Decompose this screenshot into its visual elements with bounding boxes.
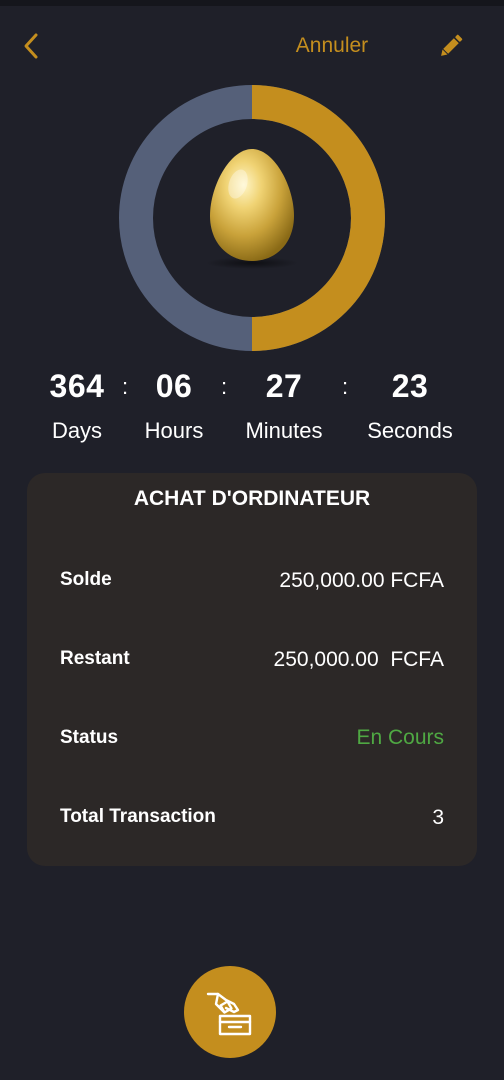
- minutes-value: 27: [265, 368, 303, 404]
- hours-value: 06: [155, 368, 193, 404]
- remaining-label: Restant: [60, 648, 130, 669]
- back-button[interactable]: [14, 28, 50, 64]
- edit-button[interactable]: [432, 28, 470, 64]
- goal-details-card: ACHAT D'ORDINATEUR Solde 250,000.00 FCFA…: [27, 473, 477, 866]
- status-label: Status: [60, 727, 119, 748]
- chevron-left-icon: [24, 33, 38, 59]
- transactions-label: Total Transaction: [60, 806, 216, 827]
- savings-progress-ring: [118, 84, 386, 352]
- status-value: En Cours: [356, 726, 444, 749]
- seconds-value: 23: [391, 368, 429, 404]
- cancel-button[interactable]: Annuler: [270, 32, 394, 60]
- status-bar: [0, 0, 504, 6]
- deposit-button[interactable]: [184, 966, 276, 1058]
- transactions-count: 3: [432, 806, 444, 829]
- goal-title: ACHAT D'ORDINATEUR: [133, 487, 371, 510]
- balance-value: 250,000.00 FCFA: [279, 569, 444, 592]
- hand-deposit-box-icon: [206, 992, 252, 1036]
- seconds-label: Seconds: [367, 418, 453, 443]
- minutes-label: Minutes: [245, 418, 323, 443]
- golden-egg-image: [210, 149, 294, 261]
- balance-label: Solde: [60, 569, 112, 590]
- pencil-icon: [441, 34, 463, 56]
- countdown-timer: 364 : 06 : 27 : 23 Days Hours Minutes Se…: [0, 364, 504, 454]
- remaining-value: 250,000.00 FCFA: [273, 648, 444, 671]
